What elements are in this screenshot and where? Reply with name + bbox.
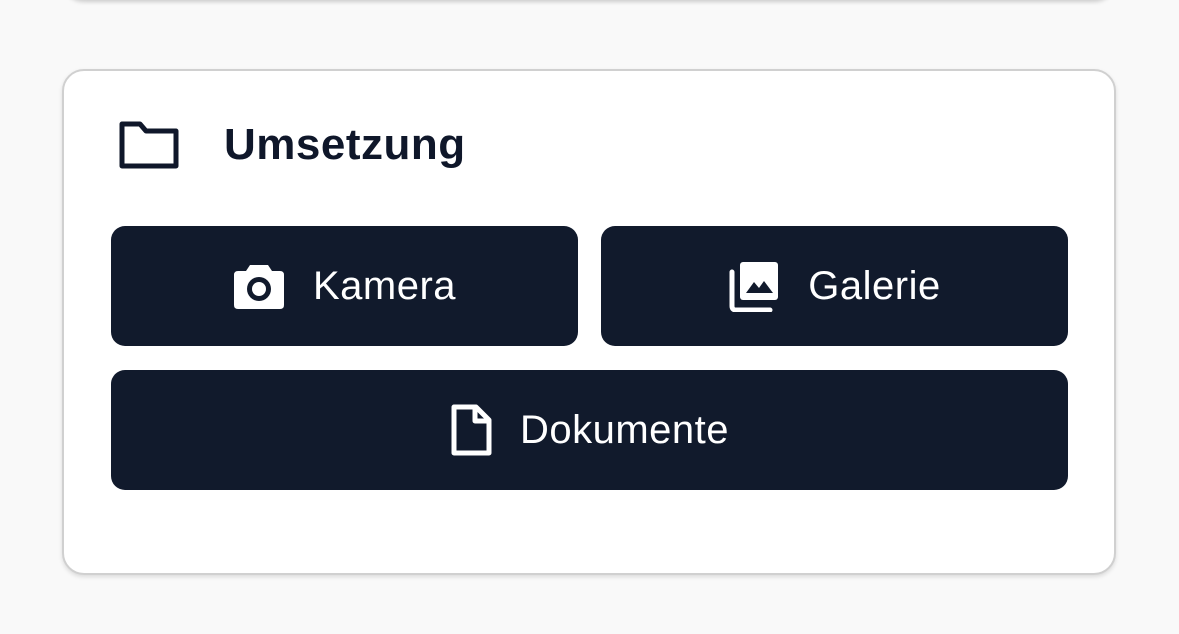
- camera-icon: [233, 263, 285, 309]
- camera-button-label: Kamera: [312, 263, 457, 308]
- documents-button[interactable]: Dokumente: [111, 370, 1068, 490]
- photo-library-icon: [728, 260, 780, 312]
- card-header: Umsetzung: [118, 119, 466, 171]
- umsetzung-card: Umsetzung Kamera Galerie Dokumente: [62, 69, 1116, 575]
- camera-button[interactable]: Kamera: [111, 226, 578, 346]
- gallery-button-label: Galerie: [808, 263, 941, 308]
- gallery-button[interactable]: Galerie: [601, 226, 1068, 346]
- folder-icon: [118, 119, 180, 171]
- document-icon: [450, 404, 492, 456]
- documents-button-label: Dokumente: [519, 407, 730, 452]
- card-title: Umsetzung: [224, 120, 466, 169]
